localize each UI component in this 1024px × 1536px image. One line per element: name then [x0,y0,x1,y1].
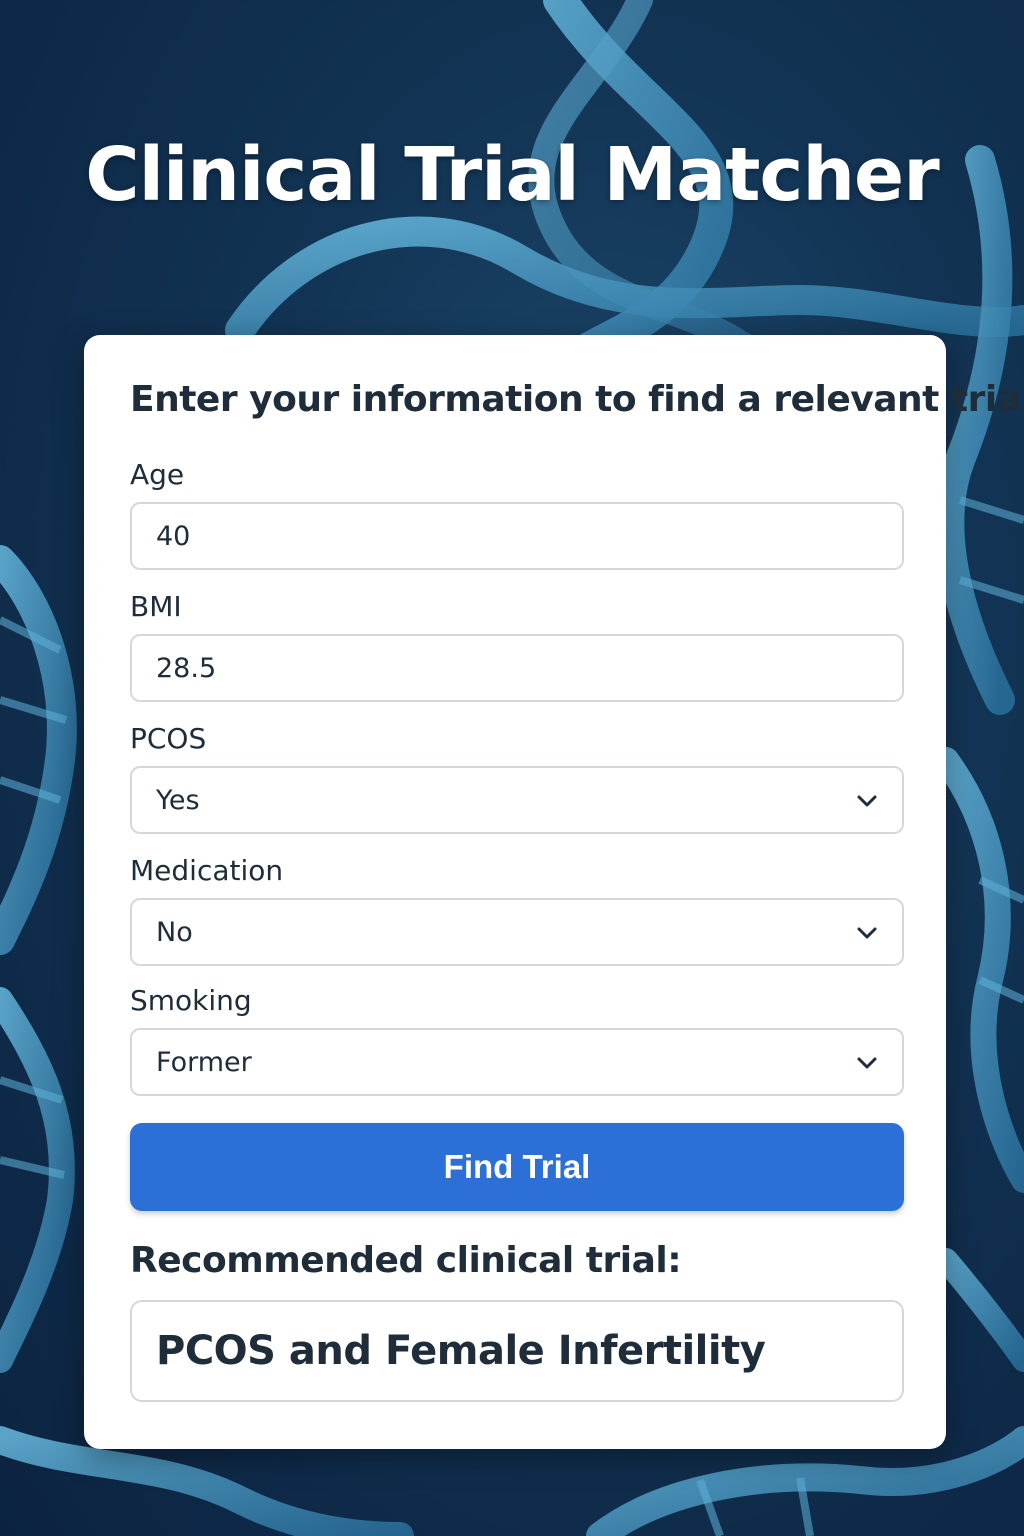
recommended-trial-box: PCOS and Female Infertility [130,1300,904,1402]
chevron-down-icon [857,927,877,939]
pcos-label: PCOS [130,722,207,755]
smoking-label: Smoking [130,984,252,1017]
recommended-trial-name: PCOS and Female Infertility [156,1328,766,1374]
bmi-input[interactable]: 28.5 [130,634,904,702]
smoking-value: Former [156,1046,252,1078]
find-trial-button[interactable]: Find Trial [130,1123,904,1211]
bmi-value: 28.5 [156,652,217,684]
result-heading: Recommended clinical trial: [130,1240,682,1281]
smoking-select[interactable]: Former [130,1028,904,1096]
pcos-select[interactable]: Yes [130,766,904,834]
page-title: Clinical Trial Matcher [85,132,939,218]
pcos-value: Yes [156,784,200,816]
bmi-label: BMI [130,590,182,623]
medication-value: No [156,916,193,948]
age-label: Age [130,458,185,491]
trial-form-card: Enter your information to find a relevan… [84,335,1024,1449]
medication-label: Medication [130,854,284,887]
medication-select[interactable]: No [130,898,904,966]
chevron-down-icon [857,1057,877,1069]
age-value: 40 [156,520,191,552]
age-input[interactable]: 40 [130,502,904,570]
form-heading: Enter your information to find a relevan… [130,379,1024,420]
chevron-down-icon [857,795,877,807]
